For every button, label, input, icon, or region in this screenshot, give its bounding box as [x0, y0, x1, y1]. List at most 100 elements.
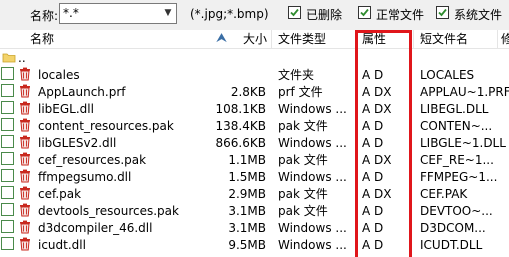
- file-type: 文件夹: [278, 68, 315, 82]
- column-divider[interactable]: [497, 30, 498, 48]
- file-attributes: A D: [362, 68, 384, 82]
- filter-name-combobox[interactable]: *.* ▼: [59, 3, 177, 24]
- file-type: pak 文件: [278, 187, 328, 201]
- column-divider[interactable]: [355, 30, 356, 48]
- file-type: Windows ...: [278, 170, 347, 184]
- file-short-name: CONTEN~...: [420, 119, 493, 133]
- row-checkbox[interactable]: [1, 101, 14, 114]
- file-row[interactable]: d3dcompiler_46.dll 3.1MB Windows ... A D D3D…: [0, 219, 509, 236]
- file-attributes: A DX: [362, 187, 392, 201]
- file-name: content_resources.pak: [38, 119, 174, 133]
- deleted-trash-icon: [18, 203, 32, 217]
- deleted-checkbox-label: 已删除: [306, 8, 343, 22]
- file-row[interactable]: libEGL.dll 108.1KB Windows ... A DX LIBEGL.D…: [0, 100, 509, 117]
- file-row[interactable]: AppLaunch.prf 2.8KB prf 文件 A DX APPLAU~1.PRF: [0, 83, 509, 100]
- file-attributes: A DX: [362, 102, 392, 116]
- file-short-name: CEF_RE~1...: [420, 153, 494, 167]
- file-short-name: CEF.PAK: [420, 187, 468, 201]
- file-short-name: LIBEGL.DLL: [420, 102, 489, 116]
- file-attributes: A D: [362, 221, 384, 235]
- file-name: libEGL.dll: [38, 102, 94, 116]
- file-size: 2.8KB: [230, 85, 266, 99]
- file-attributes: A D: [362, 238, 384, 252]
- file-list-header: 名称 ⮝ 大小 文件类型 属性 短文件名 修: [0, 30, 509, 49]
- filter-bar: 名称: *.* ▼ (*.jpg;*.bmp) 已删除 正常文件 系统文件: [0, 0, 509, 30]
- file-row[interactable]: devtools_resources.pak 3.1MB pak 文件 A D DEVT…: [0, 202, 509, 219]
- file-row[interactable]: locales 文件夹 A D LOCALES: [0, 66, 509, 83]
- deleted-trash-icon: [18, 237, 32, 251]
- file-row[interactable]: content_resources.pak 138.4KB pak 文件 A D CON…: [0, 117, 509, 134]
- file-name: cef_resources.pak: [38, 153, 147, 167]
- file-size: 138.4KB: [215, 119, 266, 133]
- parent-directory-row[interactable]: ..: [0, 49, 509, 66]
- column-header-name[interactable]: 名称: [30, 30, 54, 48]
- file-short-name: DEVTOO~...: [420, 204, 493, 218]
- file-short-name: LOCALES: [420, 68, 475, 82]
- row-checkbox[interactable]: [1, 135, 14, 148]
- file-type: prf 文件: [278, 85, 323, 99]
- parent-directory-label: ..: [18, 51, 26, 65]
- deleted-trash-icon: [18, 152, 32, 166]
- row-checkbox[interactable]: [1, 118, 14, 131]
- row-checkbox[interactable]: [1, 67, 14, 80]
- file-row[interactable]: cef.pak 2.9MB pak 文件 A DX CEF.PAK: [0, 185, 509, 202]
- file-type: pak 文件: [278, 153, 328, 167]
- file-name: cef.pak: [38, 187, 82, 201]
- deleted-trash-icon: [18, 67, 32, 81]
- file-attributes: A D: [362, 119, 384, 133]
- file-size: 1.1MB: [228, 153, 266, 167]
- file-name: icudt.dll: [38, 238, 86, 252]
- file-name: AppLaunch.prf: [38, 85, 126, 99]
- row-checkbox[interactable]: [1, 169, 14, 182]
- checkmark-icon[interactable]: [358, 6, 371, 19]
- row-checkbox[interactable]: [1, 84, 14, 97]
- sort-up-arrow-icon[interactable]: ⮝: [216, 30, 227, 48]
- file-type: Windows ...: [278, 221, 347, 235]
- file-short-name: FFMPEG~1...: [420, 170, 498, 184]
- file-type: pak 文件: [278, 119, 328, 133]
- file-short-name: ICUDT.DLL: [420, 238, 483, 252]
- row-checkbox[interactable]: [1, 186, 14, 199]
- file-attributes: A DX: [362, 85, 392, 99]
- deleted-trash-icon: [18, 118, 32, 132]
- file-short-name: APPLAU~1.PRF: [420, 85, 509, 99]
- row-checkbox[interactable]: [1, 152, 14, 165]
- file-size: [200, 67, 266, 83]
- filter-name-value: *.*: [63, 6, 79, 20]
- file-type: Windows ...: [278, 136, 347, 150]
- file-row[interactable]: libGLESv2.dll 866.6KB Windows ... A D LIBGLE…: [0, 134, 509, 151]
- column-header-modified[interactable]: 修: [501, 30, 509, 48]
- file-size: 1.5MB: [228, 170, 266, 184]
- column-divider[interactable]: [413, 30, 414, 48]
- checkmark-icon[interactable]: [436, 6, 449, 19]
- file-row[interactable]: ffmpegsumo.dll 1.5MB Windows ... A D FFMPEG~…: [0, 168, 509, 185]
- column-header-short-name[interactable]: 短文件名: [420, 30, 468, 48]
- file-list: .. locales 文件夹 A D LOCALES AppLaunch.prf 2.8K…: [0, 49, 509, 257]
- row-checkbox[interactable]: [1, 220, 14, 233]
- file-row[interactable]: cef_resources.pak 1.1MB pak 文件 A DX CEF_RE~1…: [0, 151, 509, 168]
- column-header-size[interactable]: 大小: [243, 30, 267, 48]
- column-header-attributes[interactable]: 属性: [362, 30, 386, 48]
- file-row[interactable]: icudt.dll 9.5MB Windows ... A D ICUDT.DLL: [0, 236, 509, 253]
- folder-up-icon: [2, 53, 16, 63]
- file-name: ffmpegsumo.dll: [38, 170, 132, 184]
- filter-extensions-hint: (*.jpg;*.bmp): [190, 7, 269, 21]
- file-size: 2.9MB: [228, 187, 266, 201]
- file-size: 3.1MB: [228, 204, 266, 218]
- column-divider[interactable]: [271, 30, 272, 48]
- checkmark-icon[interactable]: [288, 6, 301, 19]
- row-checkbox[interactable]: [1, 237, 14, 250]
- file-name: devtools_resources.pak: [38, 204, 179, 218]
- filter-name-label: 名称:: [30, 9, 59, 23]
- file-name: locales: [38, 68, 80, 82]
- file-short-name: D3DCOM...: [420, 221, 486, 235]
- deleted-trash-icon: [18, 169, 32, 183]
- file-size: 866.6KB: [215, 136, 266, 150]
- file-name: d3dcompiler_46.dll: [38, 221, 153, 235]
- row-checkbox[interactable]: [1, 203, 14, 216]
- chevron-down-icon[interactable]: ▼: [160, 4, 176, 23]
- column-header-type[interactable]: 文件类型: [278, 30, 326, 48]
- normal-files-checkbox-label: 正常文件: [376, 8, 425, 22]
- file-type: Windows ...: [278, 238, 347, 252]
- deleted-trash-icon: [18, 84, 32, 98]
